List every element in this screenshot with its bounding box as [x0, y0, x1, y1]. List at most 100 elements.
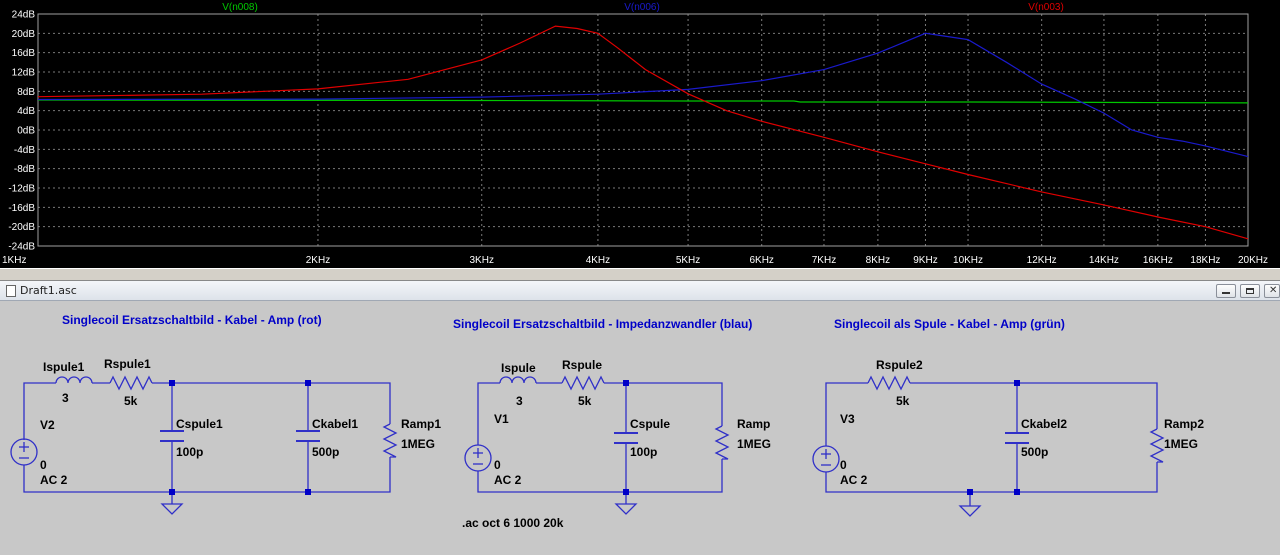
resistor-value: 5k [578, 394, 592, 408]
y-tick-label: -24dB [8, 242, 35, 253]
x-tick-label: 8KHz [866, 255, 890, 266]
inductor-symbol[interactable] [499, 376, 537, 384]
minimize-icon [1222, 292, 1230, 294]
y-tick-label: -8dB [14, 164, 35, 175]
y-tick-label: -4dB [14, 145, 35, 156]
y-tick-label: 8dB [17, 87, 35, 98]
capacitor-value: 100p [176, 445, 203, 459]
document-icon [6, 285, 16, 297]
schematic-titlebar[interactable]: Draft1.asc ✕ [0, 281, 1280, 301]
trace-vn006 [37, 32, 1249, 158]
load-value: 1MEG [401, 437, 435, 451]
maximize-icon [1246, 288, 1254, 294]
resistor-label: Rspule1 [104, 357, 151, 371]
x-tick-label: 7KHz [812, 255, 836, 266]
y-tick-label: -16dB [8, 203, 35, 214]
load-resistor-symbol[interactable] [1149, 428, 1165, 463]
junction-dot [1014, 380, 1020, 386]
schematic-window[interactable]: Draft1.asc ✕ Singlecoil Ersatzschaltbild… [0, 281, 1280, 555]
source-ac-value: AC 2 [40, 473, 68, 487]
y-tick-label: 20dB [12, 29, 36, 40]
inductor-value: 3 [62, 391, 69, 405]
source-dc-value: 0 [40, 458, 47, 472]
ground-icon[interactable] [160, 503, 184, 515]
source-dc-value: 0 [840, 458, 847, 472]
wire[interactable] [825, 462, 1158, 493]
x-tick-label: 4KHz [586, 255, 610, 266]
x-tick-label: 5KHz [676, 255, 700, 266]
x-tick-label: 3KHz [470, 255, 494, 266]
source-dc-value: 0 [494, 458, 501, 472]
load-resistor-symbol[interactable] [714, 425, 730, 460]
plot-grid [37, 13, 1249, 247]
junction-dot [623, 489, 629, 495]
capacitor-label: Ckabel1 [312, 417, 358, 431]
close-button[interactable]: ✕ [1264, 284, 1280, 298]
trace-vn008 [37, 99, 1249, 104]
load-label: Ramp2 [1164, 417, 1204, 431]
x-tick-label: 16KHz [1143, 255, 1173, 266]
load-value: 1MEG [1164, 437, 1198, 451]
resistor-symbol[interactable] [109, 375, 153, 391]
resistor-symbol[interactable] [867, 375, 911, 391]
inductor-symbol[interactable] [55, 376, 93, 384]
trace-label: V(n006) [624, 2, 660, 13]
maximize-button[interactable] [1240, 284, 1260, 298]
x-tick-label: 9KHz [913, 255, 937, 266]
x-tick-label: 1KHz [2, 255, 26, 266]
x-tick-label: 18KHz [1190, 255, 1220, 266]
waveform-plot-pane[interactable]: V(n008) V(n006) V(n003) 24dB 20dB 16dB 12dB 8d… [0, 0, 1280, 268]
capacitor-label: Ckabel2 [1021, 417, 1067, 431]
y-tick-label: 12dB [12, 68, 36, 79]
y-tick-label: -20dB [8, 222, 35, 233]
source-label: V1 [494, 412, 509, 426]
load-value: 1MEG [737, 437, 771, 451]
load-resistor-symbol[interactable] [382, 423, 398, 458]
inductor-label: Ispule [501, 361, 536, 375]
capacitor-label: Cspule [630, 417, 670, 431]
junction-dot [305, 380, 311, 386]
trace-label: V(n003) [1028, 2, 1064, 13]
junction-dot [169, 489, 175, 495]
circuit-3[interactable] [812, 375, 1165, 517]
trace-labels: V(n008) V(n006) V(n003) [222, 2, 1064, 13]
window-title: Draft1.asc [20, 284, 77, 297]
junction-dot [1014, 489, 1020, 495]
source-label: V3 [840, 412, 855, 426]
heading-circuit-3: Singlecoil als Spule - Kabel - Amp (grün… [834, 317, 1065, 331]
resistor-value: 5k [124, 394, 138, 408]
x-axis-labels: 1KHz 2KHz 3KHz 4KHz 5KHz 6KHz 7KHz 8KHz 9KHz 10KH… [2, 255, 1268, 266]
ground-icon[interactable] [958, 505, 982, 517]
y-axis-labels: 24dB 20dB 16dB 12dB 8dB 4dB 0dB -4dB -8dB -12dB -1… [8, 10, 35, 253]
wire[interactable] [23, 457, 391, 493]
x-tick-label: 14KHz [1089, 255, 1119, 266]
source-label: V2 [40, 418, 55, 432]
y-tick-label: 24dB [12, 10, 36, 21]
pane-separator[interactable] [0, 268, 1280, 281]
junction-dot [305, 489, 311, 495]
x-tick-label: 6KHz [749, 255, 773, 266]
source-ac-value: AC 2 [494, 473, 522, 487]
y-tick-label: 16dB [12, 48, 36, 59]
resistor-symbol[interactable] [561, 375, 605, 391]
x-tick-label: 12KHz [1027, 255, 1057, 266]
resistor-label: Rspule [562, 358, 602, 372]
capacitor-label: Cspule1 [176, 417, 223, 431]
close-icon: ✕ [1269, 285, 1278, 296]
ground-icon[interactable] [614, 503, 638, 515]
source-ac-value: AC 2 [840, 473, 868, 487]
x-tick-label: 2KHz [306, 255, 330, 266]
load-label: Ramp [737, 417, 770, 431]
y-tick-label: 4dB [17, 106, 35, 117]
y-tick-label: 0dB [17, 126, 35, 137]
circuit-2[interactable] [464, 375, 730, 515]
load-label: Ramp1 [401, 417, 441, 431]
schematic-canvas[interactable]: Singlecoil Ersatzschaltbild - Kabel - Am… [0, 301, 1280, 555]
waveform-plot[interactable]: V(n008) V(n006) V(n003) 24dB 20dB 16dB 12dB 8d… [0, 0, 1280, 268]
x-tick-label: 20KHz [1238, 255, 1268, 266]
capacitor-value: 100p [630, 445, 657, 459]
y-tick-label: -12dB [8, 184, 35, 195]
spice-directive[interactable]: .ac oct 6 1000 20k [462, 516, 564, 530]
inductor-value: 3 [516, 394, 523, 408]
minimize-button[interactable] [1216, 284, 1236, 298]
